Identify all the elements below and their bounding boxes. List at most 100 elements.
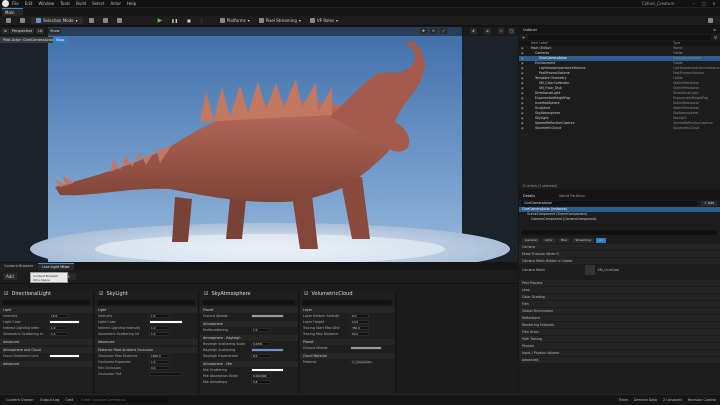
actor-name-field[interactable]: CineCameraActor [522, 201, 698, 206]
details-section[interactable]: Input / Physics Volume [519, 350, 720, 356]
details-section[interactable]: Rendering Features [519, 322, 720, 328]
property-value-field[interactable]: 350.0 [350, 326, 369, 330]
camera-speed-icon[interactable]: ⌖ [498, 28, 504, 34]
details-section[interactable]: Physics [519, 343, 720, 349]
stop-piloting-button[interactable]: Stop [53, 37, 67, 43]
pause-button[interactable]: ❚❚ [168, 17, 181, 24]
add-component-button[interactable]: + Add [701, 201, 717, 206]
tab-live-light-mixer[interactable]: Live Light Mixer [38, 263, 74, 270]
menu-actor[interactable]: Actor [110, 1, 121, 6]
property-value-field[interactable]: 0.8 [251, 380, 271, 384]
property-value-field[interactable]: 1000.0 [149, 354, 170, 358]
console-input[interactable]: Enter Console Command [79, 397, 170, 403]
property-search-input[interactable] [3, 300, 90, 305]
color-swatch[interactable] [149, 372, 183, 376]
play-options-icon[interactable]: ⋮ [197, 17, 207, 24]
property-value-field[interactable]: 1.0 [149, 360, 170, 364]
add-icon[interactable]: + [522, 35, 525, 40]
filter-icon[interactable]: ⚲ [714, 35, 717, 40]
color-swatch[interactable] [49, 320, 80, 324]
viewport-options-button[interactable]: ≡ [2, 28, 9, 34]
close-icon[interactable]: × [710, 0, 718, 8]
light-column-header[interactable]: ☑ SkyAtmosphere [200, 291, 298, 298]
pixel-streaming-button[interactable]: Pixel Streaming ▾ [256, 17, 304, 24]
property-value-field[interactable]: 1.0 [149, 314, 170, 318]
light-column-header[interactable]: ☑ SkyLight [95, 291, 198, 298]
maximize-viewport-icon[interactable]: □ [508, 28, 516, 34]
property-search-input[interactable] [98, 300, 195, 305]
unreal-logo-icon[interactable] [2, 0, 9, 7]
outliner-search-input[interactable] [528, 35, 712, 40]
mesh-thumbnail[interactable] [584, 265, 595, 275]
details-filter-tab[interactable]: Actor [541, 237, 556, 243]
cmd-dropdown[interactable]: Cmd [65, 398, 73, 402]
property-value-field[interactable]: 8.0 [251, 354, 271, 358]
level-tab-main[interactable]: Main [2, 8, 23, 16]
color-swatch[interactable] [251, 314, 284, 318]
details-title[interactable]: Details [523, 193, 535, 200]
details-section[interactable]: Camera [519, 244, 720, 250]
menu-help[interactable]: Help [127, 1, 136, 6]
lit-button[interactable]: Lit [36, 28, 45, 34]
details-section[interactable]: Camera Mesh Hidden in Game [519, 258, 720, 264]
property-value-field[interactable]: 0.004400 [251, 374, 271, 378]
property-search-input[interactable] [203, 300, 295, 305]
property-value-field[interactable]: 1.0 [49, 332, 68, 336]
menu-file[interactable]: File [12, 1, 19, 6]
settings-button[interactable] [705, 17, 716, 24]
show-button[interactable]: Show [48, 28, 62, 34]
trace-button[interactable]: Trace [619, 398, 628, 402]
enable-checkbox[interactable]: ☑ [204, 291, 208, 298]
property-value-field[interactable]: 50.0 [350, 332, 369, 336]
stop-button[interactable]: ■ [184, 17, 194, 24]
color-swatch[interactable] [251, 368, 284, 372]
details-section[interactable]: Advanced [519, 357, 720, 363]
rotate-icon[interactable]: ↻ [430, 28, 437, 34]
light-column-header[interactable]: ☑ VolumetricCloud [300, 291, 395, 298]
menu-edit[interactable]: Edit [25, 1, 33, 6]
component-camera[interactable]: CameraComponent (CameraComponent) [519, 217, 720, 222]
property-value-field[interactable]: m_SimpleVolu [350, 360, 372, 364]
details-filter-tab[interactable]: Misc [557, 237, 571, 243]
enable-checkbox[interactable]: ☑ [99, 291, 103, 298]
cinematics-button[interactable] [114, 17, 125, 24]
details-section[interactable]: Global Illumination [519, 308, 720, 314]
light-column-header[interactable]: ☑ DirectionalLight [0, 291, 93, 298]
menu-select[interactable]: Select [92, 1, 104, 6]
property-value-field[interactable]: 10.0 [350, 320, 369, 324]
details-section[interactable]: Path Tracing [519, 336, 720, 342]
blueprint-button[interactable] [100, 17, 111, 24]
details-section[interactable]: Reflections [519, 315, 720, 321]
add-content-button[interactable] [86, 17, 97, 24]
transform-icon[interactable]: ✥ [420, 28, 427, 34]
column-item-label[interactable]: Item Label [519, 41, 548, 45]
property-value-field[interactable]: 1.0 [149, 326, 170, 330]
property-section[interactable]: Advanced [0, 361, 93, 367]
property-value-field[interactable]: 10.0 [49, 314, 68, 318]
details-section[interactable]: Film [519, 301, 720, 307]
property-value-field[interactable]: 1.0 [251, 328, 271, 332]
details-search-input[interactable] [522, 230, 717, 235]
details-section[interactable]: Post Process [519, 280, 720, 286]
property-value-field[interactable]: 1.0 [49, 326, 68, 330]
outliner-row[interactable]: ◉ VolumetricCloud VolumetricCloud [519, 126, 720, 131]
property-section[interactable]: Advanced [95, 339, 198, 345]
close-icon[interactable]: × [713, 27, 716, 34]
details-filter-tab[interactable]: Streaming [572, 237, 594, 243]
perspective-button[interactable]: Perspective [10, 28, 35, 34]
property-section[interactable]: Advanced [0, 339, 93, 345]
details-filter-tab[interactable]: All [595, 237, 606, 243]
angle-snap-icon[interactable]: ∠ [484, 28, 492, 34]
visibility-eye-icon[interactable]: ◉ [521, 126, 524, 131]
property-value-field[interactable]: 1.0 [149, 332, 170, 336]
vp-roles-button[interactable]: VP Roles ▾ [307, 17, 341, 24]
scale-icon[interactable]: ⤢ [440, 28, 447, 34]
derived-data-button[interactable]: Derived Data [634, 398, 657, 402]
selection-mode-dropdown[interactable]: Selection Mode ▾ [31, 17, 83, 24]
details-section[interactable]: Camera Mesh SM_CineCam [519, 265, 720, 279]
grid-snap-icon[interactable]: # [470, 28, 477, 34]
maximize-icon[interactable]: □ [700, 0, 708, 8]
property-search-input[interactable] [303, 300, 392, 305]
tab-world-partition[interactable]: World Partition [559, 193, 585, 200]
content-button[interactable] [17, 17, 28, 24]
